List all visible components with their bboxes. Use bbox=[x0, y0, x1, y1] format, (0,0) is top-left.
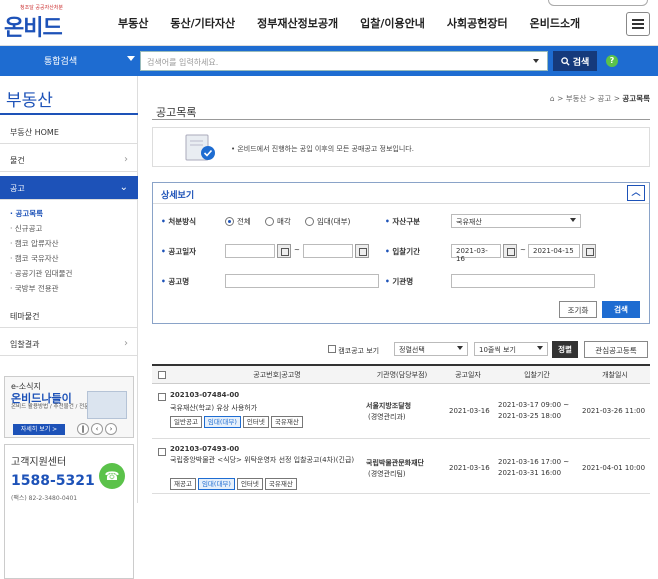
subnav-defense[interactable]: · 국방부 전용관 bbox=[10, 283, 59, 294]
search-bar: 통합검색 검색어를 입력하세요. 검색 ? bbox=[0, 46, 658, 76]
sidebar-title: 부동산 bbox=[6, 91, 53, 111]
sidebar: 부동산 부동산 HOME 물건 › 공고 ⌄ · 공고목록 · 신규공고 · 캠… bbox=[0, 76, 138, 579]
search-input[interactable]: 검색어를 입력하세요. bbox=[140, 51, 548, 71]
chevron-down-icon bbox=[127, 56, 135, 61]
breadcrumb: ⌂ > 부동산 > 공고 > 공고목록 bbox=[549, 94, 650, 103]
next-icon[interactable]: › bbox=[105, 423, 117, 435]
subnav-camco-national[interactable]: · 캠코 국유자산 bbox=[10, 253, 59, 264]
subnav-new-notice[interactable]: · 신규공고 bbox=[10, 223, 42, 234]
nav-movables[interactable]: 동산/기타자산 bbox=[170, 15, 235, 31]
sort-button[interactable]: 정렬 bbox=[552, 341, 578, 358]
calendar-icon[interactable] bbox=[355, 244, 369, 258]
row-checkbox[interactable] bbox=[158, 393, 166, 401]
nav-social-market[interactable]: 사회공헌장터 bbox=[447, 15, 508, 31]
chevron-down-icon: ⌄ bbox=[119, 182, 128, 193]
chevron-down-icon bbox=[533, 59, 539, 63]
row-tags: 재공고 임대(대부) 인터넷 국유재산 bbox=[170, 478, 299, 490]
sidebar-item-notice[interactable]: 공고 ⌄ bbox=[0, 176, 138, 200]
hamburger-menu-icon[interactable] bbox=[626, 12, 650, 36]
site-header: 청조달 공공자산처분 온비드 부동산 동산/기타자산 정부재산정보공개 입찰/이… bbox=[0, 0, 658, 46]
home-icon[interactable]: ⌂ bbox=[550, 94, 555, 103]
search-scope-select[interactable]: 통합검색 bbox=[44, 54, 77, 67]
newsletter-image bbox=[87, 391, 127, 419]
row-checkbox[interactable] bbox=[158, 448, 166, 456]
global-nav: 부동산 동산/기타자산 정부재산정보공개 입찰/이용안내 사회공헌장터 온비드소… bbox=[118, 15, 602, 31]
list-tools: 캠코공고 보기 정렬선택 10줄씩 보기 정렬 관심공고등록 bbox=[152, 341, 650, 359]
chevron-right-icon: › bbox=[124, 338, 128, 349]
table-row[interactable]: 202103-07484-00 국유재산(학교) 유상 사용허가 일반공고 임대(… bbox=[152, 385, 650, 439]
sidebar-item-home[interactable]: 부동산 HOME bbox=[0, 120, 138, 144]
select-all-checkbox[interactable] bbox=[158, 371, 166, 379]
onbid-logo[interactable]: 청조달 공공자산처분 온비드 bbox=[4, 4, 68, 41]
phone-icon: ☎ bbox=[99, 463, 125, 489]
top-utility-pill[interactable] bbox=[548, 0, 648, 6]
calendar-icon[interactable] bbox=[277, 244, 291, 258]
pause-icon[interactable]: ‖ bbox=[77, 423, 89, 435]
sidebar-item-results[interactable]: 입찰결과 › bbox=[0, 332, 138, 356]
title-divider bbox=[152, 119, 650, 120]
nav-gov-property[interactable]: 정부재산정보공개 bbox=[257, 15, 338, 31]
nav-real-estate[interactable]: 부동산 bbox=[118, 15, 148, 31]
page-title: 공고목록 bbox=[156, 106, 197, 119]
search-button[interactable]: 검색 bbox=[553, 51, 597, 71]
camco-filter[interactable]: 캠코공고 보기 bbox=[328, 345, 379, 356]
chevron-right-icon: › bbox=[124, 154, 128, 165]
notice-name-input[interactable] bbox=[225, 274, 379, 288]
banner-more-button[interactable]: 자세히 보기 > bbox=[13, 424, 65, 435]
sidebar-title-underline bbox=[0, 113, 138, 115]
bid-period-to[interactable]: 2021-04-15 bbox=[528, 244, 580, 258]
org-name-input[interactable] bbox=[451, 274, 595, 288]
table-row[interactable]: 202103-07493-00 국립중앙박물관 <식당> 위탁운영자 선정 입찰… bbox=[152, 440, 650, 494]
chevron-down-icon bbox=[537, 346, 543, 350]
customer-center: 고객지원센터 1588-5321 (팩스) 82-2-3480-0401 ☎ bbox=[4, 444, 134, 579]
cs-phone: 1588-5321 bbox=[11, 473, 95, 489]
sidebar-item-theme[interactable]: 테마물건 bbox=[0, 304, 138, 328]
subnav-public-rental[interactable]: · 공공기관 임대물건 bbox=[10, 268, 72, 279]
logo-name: 온비드 bbox=[4, 16, 63, 41]
radio-rental[interactable]: 임대(대부) bbox=[305, 216, 350, 227]
sort-select[interactable]: 정렬선택 bbox=[394, 342, 468, 356]
radio-all[interactable]: 전체 bbox=[225, 216, 251, 227]
notice-table: 공고번호|공고명 기관명(담당부점) 공고일자 입찰기간 개찰일시 202103… bbox=[152, 364, 650, 494]
chevron-down-icon bbox=[570, 218, 576, 222]
detail-search-panel: 상세보기 ︿ 처분방식 전체 매각 임대(대부) 자산구분 국유재산 공고일자 … bbox=[152, 182, 650, 324]
asset-type-select[interactable]: 국유재산 bbox=[451, 214, 581, 228]
radio-sale[interactable]: 매각 bbox=[265, 216, 291, 227]
main-content: ⌂ > 부동산 > 공고 > 공고목록 공고목록 • 온비드에서 진행하는 공입… bbox=[152, 76, 658, 503]
notice-date-to[interactable] bbox=[303, 244, 353, 258]
banner-controls: ‖ ‹ › bbox=[77, 423, 117, 435]
calendar-icon[interactable] bbox=[582, 244, 596, 258]
info-box: • 온비드에서 진행하는 공입 이후의 모든 공매공고 정보입니다. bbox=[152, 127, 650, 167]
collapse-icon[interactable]: ︿ bbox=[627, 185, 645, 201]
subnav-notice-list[interactable]: · 공고목록 bbox=[10, 208, 43, 219]
help-icon[interactable]: ? bbox=[606, 55, 618, 67]
chevron-down-icon bbox=[457, 346, 463, 350]
reset-button[interactable]: 조기화 bbox=[559, 301, 597, 318]
cs-fax: (팩스) 82-2-3480-0401 bbox=[11, 495, 78, 502]
calendar-icon[interactable] bbox=[503, 244, 517, 258]
sidebar-item-items[interactable]: 물건 › bbox=[0, 148, 138, 172]
subnav-camco-seized[interactable]: · 캠코 압류자산 bbox=[10, 238, 59, 249]
nav-about[interactable]: 온비드소개 bbox=[530, 15, 581, 31]
newsletter-banner[interactable]: e-소식지 온비드나들이 온비드 활용방법 / 추천물건 / 전문가 칼럼 등 … bbox=[4, 376, 134, 438]
row-tags: 일반공고 임대(대부) 인터넷 국유재산 bbox=[170, 416, 305, 428]
nav-bid-guide[interactable]: 입찰/이용안내 bbox=[360, 15, 425, 31]
notice-date-from[interactable] bbox=[225, 244, 275, 258]
prev-icon[interactable]: ‹ bbox=[91, 423, 103, 435]
checkbox[interactable] bbox=[328, 345, 336, 353]
detail-search-button[interactable]: 검색 bbox=[602, 301, 640, 318]
search-icon bbox=[560, 56, 570, 66]
document-check-icon bbox=[185, 134, 215, 161]
register-interest-button[interactable]: 관심공고등록 bbox=[584, 341, 648, 358]
per-page-select[interactable]: 10줄씩 보기 bbox=[474, 342, 548, 356]
bid-period-from[interactable]: 2021-03-16 bbox=[451, 244, 501, 263]
